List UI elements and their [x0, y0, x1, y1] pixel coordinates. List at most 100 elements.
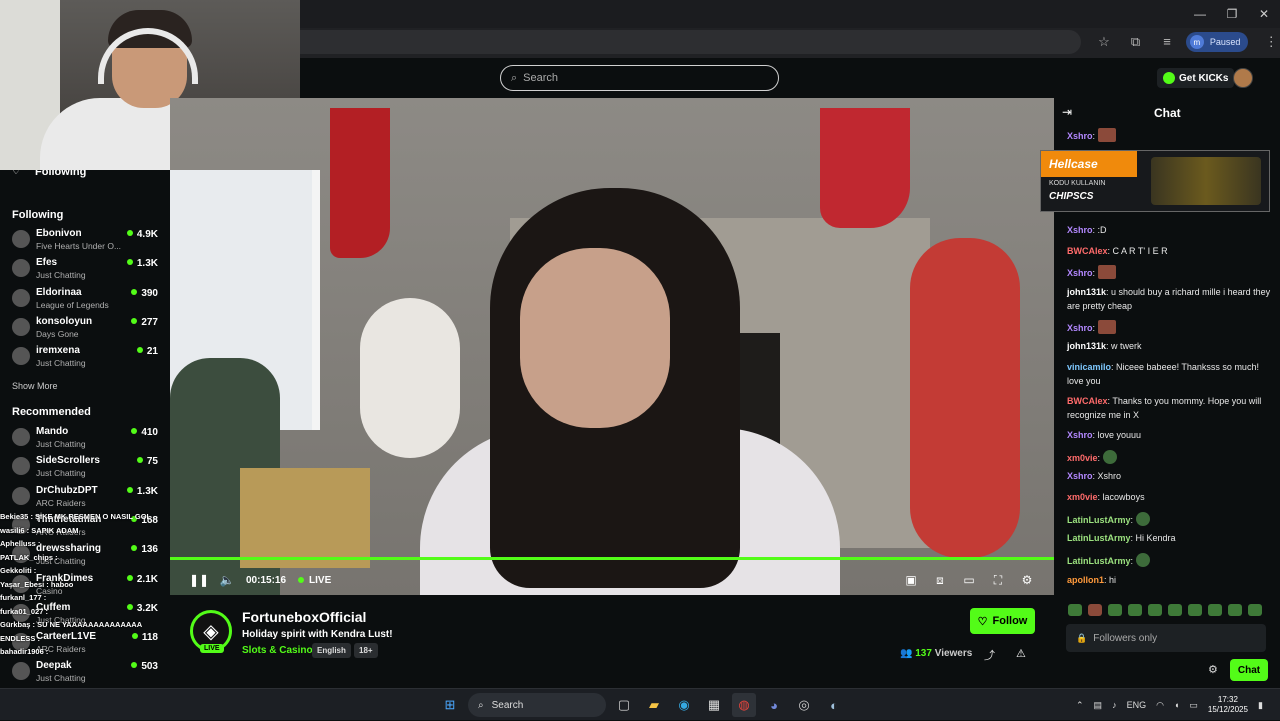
share-icon[interactable]: ⤴ — [984, 647, 995, 663]
chat-input[interactable]: 🔒 Followers only — [1066, 624, 1266, 652]
chat-send-button[interactable]: Chat — [1230, 659, 1268, 681]
emote-icon[interactable] — [1148, 604, 1162, 616]
media-controls-icon[interactable]: ≡ — [1158, 33, 1176, 51]
chat-username[interactable]: Xshro — [1067, 225, 1093, 235]
emote-icon[interactable] — [1248, 604, 1262, 616]
theater-mode-icon[interactable]: ▭ — [960, 571, 978, 589]
chat-username[interactable]: BWCAlex — [1067, 246, 1108, 256]
obs-icon[interactable]: ◎ — [792, 693, 816, 717]
chat-username[interactable]: vinicamilo — [1067, 362, 1111, 372]
tag-language[interactable]: English — [312, 643, 351, 658]
chat-username[interactable]: Xshro — [1067, 268, 1093, 278]
profile-status: Paused — [1209, 37, 1241, 47]
sidebar-channel-item[interactable]: Deepak Just Chatting 503 — [0, 658, 170, 687]
store-icon[interactable]: ▦ — [702, 693, 726, 717]
extensions-icon[interactable]: ⧉ — [1127, 33, 1145, 51]
chat-username[interactable]: Xshro — [1067, 323, 1093, 333]
speaker-icon[interactable]: ◖ — [1174, 700, 1179, 710]
user-avatar[interactable] — [1233, 68, 1253, 88]
sidebar-channel-item[interactable]: konsoloyun Days Gone 277 — [0, 314, 170, 343]
chat-username[interactable]: Xshro — [1067, 471, 1093, 481]
taskbar-search[interactable]: ⌕ Search — [468, 693, 606, 717]
steam-icon[interactable]: ◐ — [822, 693, 846, 717]
sidebar-channel-item[interactable]: Efes Just Chatting 1.3K — [0, 255, 170, 284]
task-view-icon[interactable]: ▢ — [612, 693, 636, 717]
sidebar-channel-item[interactable]: Eldorinaa League of Legends 390 — [0, 285, 170, 314]
notifications-icon[interactable]: ▮ — [1258, 700, 1263, 711]
chat-username[interactable]: BWCAlex — [1067, 396, 1108, 406]
report-icon[interactable]: ⚠ — [1016, 647, 1026, 660]
language-indicator[interactable]: ENG — [1127, 700, 1147, 710]
discord-icon[interactable]: ◕ — [762, 693, 786, 717]
settings-gear-icon[interactable]: ⚙ — [1018, 571, 1036, 589]
chat-username[interactable]: john131k — [1067, 341, 1106, 351]
tray-gamepad-icon[interactable]: ▤ — [1094, 700, 1103, 711]
channel-avatar — [12, 230, 30, 248]
search-input[interactable]: ⌕ Search — [500, 65, 779, 91]
emote-icon[interactable] — [1088, 604, 1102, 616]
sponsor-banner[interactable]: Hellcase KODU KULLANIN CHIPSCS — [1040, 150, 1270, 212]
fullscreen-icon[interactable]: ⛶ — [989, 571, 1007, 589]
follow-button[interactable]: ♡ Follow — [970, 608, 1035, 634]
miniplayer-icon[interactable]: ▣ — [902, 571, 920, 589]
tray-chevron-icon[interactable]: ⌃ — [1076, 700, 1084, 711]
maximize-button[interactable]: ❐ — [1216, 0, 1248, 28]
emote-icon[interactable] — [1188, 604, 1202, 616]
bookmark-star-icon[interactable]: ☆ — [1095, 33, 1113, 51]
chat-username[interactable]: Xshro — [1067, 131, 1093, 141]
chat-username[interactable]: LatinLustArmy — [1067, 533, 1131, 543]
emote-icon[interactable] — [1228, 604, 1242, 616]
clock[interactable]: 17:32 15/12/2025 — [1208, 695, 1248, 715]
chat-settings-icon[interactable]: ⚙ — [1208, 663, 1218, 676]
channel-avatar — [12, 288, 30, 307]
chat-username[interactable]: apollon1 — [1067, 575, 1104, 585]
viewer-number: 137 — [915, 648, 932, 659]
chat-username[interactable]: xm0vie — [1067, 492, 1098, 502]
channel-name: DrChubzDPT — [36, 484, 98, 496]
sidebar-channel-item[interactable]: Ebonivon Five Hearts Under O... 4.9K — [0, 226, 170, 255]
stream-category[interactable]: Slots & Casino — [242, 645, 313, 656]
minimize-button[interactable]: — — [1184, 0, 1216, 28]
channel-name: Deepak — [36, 660, 72, 672]
sidebar-channel-item[interactable]: iremxena Just Chatting 21 — [0, 343, 170, 372]
chrome-icon[interactable]: ◍ — [732, 693, 756, 717]
battery-icon[interactable]: ▭ — [1189, 700, 1198, 711]
show-more-link[interactable]: Show More — [12, 381, 58, 391]
close-button[interactable]: ✕ — [1248, 0, 1280, 28]
emote-icon[interactable] — [1168, 604, 1182, 616]
get-kicks-button[interactable]: Get KICKs — [1157, 68, 1235, 88]
channel-avatar — [12, 428, 30, 446]
emote-icon[interactable] — [1068, 604, 1082, 616]
collapse-chat-icon[interactable]: ⇥ — [1062, 105, 1072, 119]
omnibox[interactable] — [300, 30, 1082, 54]
clip-icon[interactable]: ⧈ — [931, 571, 949, 589]
live-indicator[interactable]: LIVE — [298, 575, 331, 586]
volume-icon[interactable]: 🔈 — [218, 571, 236, 589]
tray-mic-icon[interactable]: ♪ — [1112, 700, 1117, 710]
tag-age[interactable]: 18+ — [354, 643, 378, 658]
overlay-chat-line: bahadir1906 : — [0, 647, 49, 656]
browser-menu-icon[interactable]: ⋮ — [1262, 33, 1280, 51]
sidebar-channel-item[interactable]: Mando Just Chatting 410 — [0, 424, 170, 453]
sidebar-channel-item[interactable]: SideScrollers Just Chatting 75 — [0, 453, 170, 482]
windows-start-icon[interactable]: ⊞ — [438, 693, 462, 717]
video-progress-bar[interactable] — [170, 557, 1054, 560]
chat-username[interactable]: LatinLustArmy — [1067, 556, 1131, 566]
chat-username[interactable]: xm0vie — [1067, 453, 1098, 463]
wifi-icon[interactable]: ◠ — [1156, 700, 1164, 711]
pause-icon[interactable]: ❚❚ — [189, 571, 209, 589]
chat-username[interactable]: john131k — [1067, 287, 1106, 297]
video-player[interactable] — [170, 98, 1054, 595]
search-icon: ⌕ — [511, 71, 518, 84]
chat-username[interactable]: LatinLustArmy — [1067, 515, 1131, 525]
file-explorer-icon[interactable]: ▰ — [642, 693, 666, 717]
profile-button[interactable]: m Paused — [1185, 32, 1249, 52]
chat-username[interactable]: Xshro — [1067, 430, 1093, 440]
emote-icon[interactable] — [1128, 604, 1142, 616]
sidebar-channel-item[interactable]: DrChubzDPT ARC Raiders 1.3K — [0, 483, 170, 512]
edge-icon[interactable]: ◉ — [672, 693, 696, 717]
emote-icon[interactable] — [1208, 604, 1222, 616]
channel-name[interactable]: FortuneboxOfficial — [242, 609, 366, 625]
emote-icon[interactable] — [1108, 604, 1122, 616]
follow-label: Follow — [992, 615, 1028, 627]
